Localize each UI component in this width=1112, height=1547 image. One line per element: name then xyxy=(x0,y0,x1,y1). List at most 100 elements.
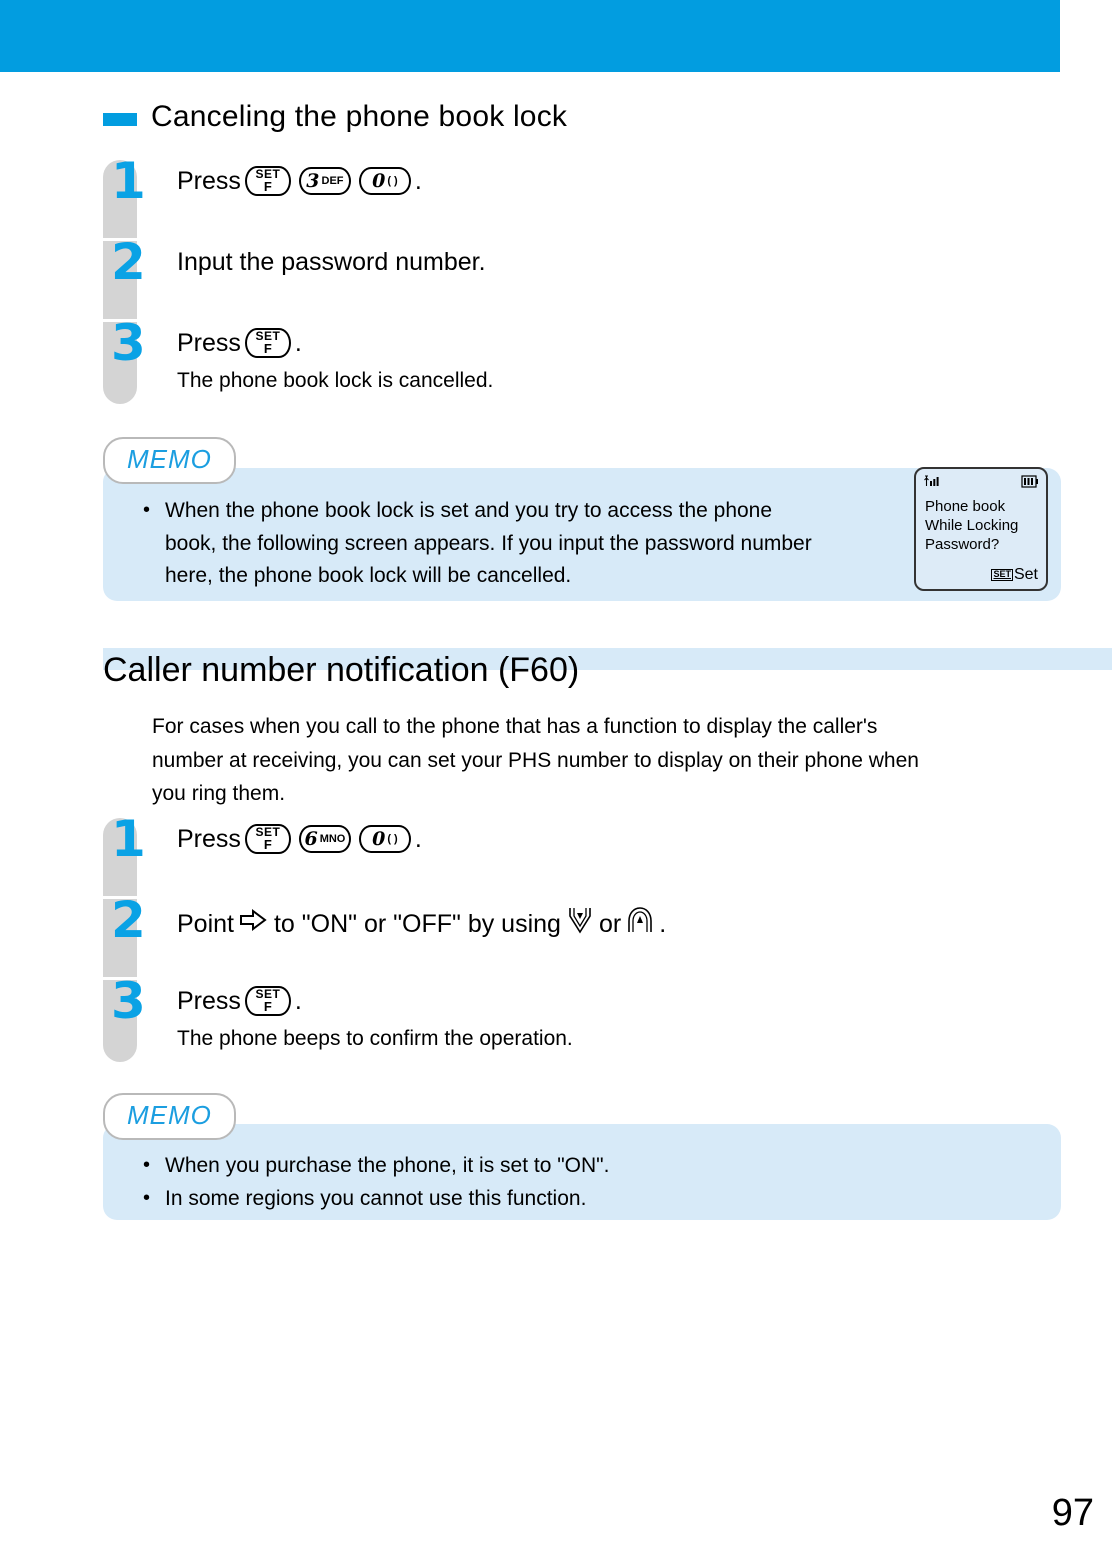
step-content: Press SET F . The phone book lock is can… xyxy=(177,322,493,394)
memo-line: When you purchase the phone, it is set t… xyxy=(165,1154,610,1177)
step-text: Input the password number. xyxy=(177,248,486,276)
phone-screen-line: Password? xyxy=(925,536,1000,554)
memo-item: • In some regions you cannot use this fu… xyxy=(143,1183,963,1216)
step-number: 3 xyxy=(111,314,146,372)
paragraph-line: For cases when you call to the phone tha… xyxy=(152,715,878,738)
step-number: 2 xyxy=(111,891,146,949)
step-marker: 2 xyxy=(103,237,146,319)
blue-square-bullet-icon xyxy=(103,112,137,126)
memo-line: book, the following screen appears. If y… xyxy=(165,531,812,555)
step-number: 3 xyxy=(111,972,146,1030)
key-3-letters: DEF xyxy=(321,174,344,187)
step-item: 2 Point to "ON" or "OFF" by using or . xyxy=(103,895,903,977)
step-marker: 2 xyxy=(103,895,146,977)
section-paragraph: For cases when you call to the phone tha… xyxy=(152,710,1082,811)
step-instruction: Press SET F . xyxy=(177,986,573,1017)
step-content: Press SET F 6 MNO 0 ( ) . xyxy=(177,818,422,855)
step-number: 1 xyxy=(111,152,146,210)
step-text-or: or xyxy=(598,909,622,938)
page-top-banner xyxy=(0,0,1060,72)
set-key-icon: SET xyxy=(991,569,1013,581)
up-arrow-key-icon xyxy=(626,905,654,943)
step-text-tail: . xyxy=(294,329,302,357)
memo-items: • When you purchase the phone, it is set… xyxy=(143,1150,963,1215)
step-note: The phone book lock is cancelled. xyxy=(177,368,494,392)
key-0-icon: 0 ( ) xyxy=(358,825,411,854)
key-6-letters: MNO xyxy=(319,832,346,845)
step-instruction: Input the password number. xyxy=(177,247,486,278)
memo-item-text: When the phone book lock is set and you … xyxy=(165,495,812,593)
paragraph-line: you ring them. xyxy=(152,782,286,806)
page-number: 97 xyxy=(1051,1492,1094,1534)
phone-screen-text: Phone book While Locking Password? xyxy=(925,497,1018,555)
memo-block: MEMO • When you purchase the phone, it i… xyxy=(103,1093,1112,1228)
signal-bars-icon xyxy=(923,474,943,494)
step-instruction: Press SET F . xyxy=(177,328,493,359)
paragraph-line: number at receiving, you can set your PH… xyxy=(152,748,919,772)
memo-line: In some regions you cannot use this func… xyxy=(165,1186,587,1210)
key-3-digit: 3 xyxy=(306,169,320,192)
step-item: 1 Press SET F 3 DEF 0 ( ) . xyxy=(103,156,803,238)
battery-icon xyxy=(1021,474,1039,494)
memo-bullet-icon: • xyxy=(143,1186,151,1209)
phone-screen-line: While Locking xyxy=(925,517,1019,535)
memo-label-tab: MEMO xyxy=(103,1093,236,1140)
step-text: Press xyxy=(177,825,241,853)
phone-softkey: SET Set xyxy=(991,566,1038,584)
set-key-icon: SET F xyxy=(244,986,291,1017)
step-marker: 1 xyxy=(103,814,146,896)
set-key-icon: SET F xyxy=(244,824,291,855)
key-0-icon: 0 ( ) xyxy=(358,167,411,196)
phone-screen-line: Phone book xyxy=(925,498,1006,515)
key-6-digit: 6 xyxy=(304,827,318,850)
step-content: Point to "ON" or "OFF" by using or . xyxy=(177,899,666,943)
step-marker: 3 xyxy=(103,318,146,404)
memo-item-text: In some regions you cannot use this func… xyxy=(165,1183,586,1216)
step-note: The phone beeps to confirm the operation… xyxy=(177,1026,573,1050)
set-key-bottom-label: F xyxy=(263,836,272,852)
set-key-bottom-label: F xyxy=(263,178,272,194)
memo-line: When the phone book lock is set and you … xyxy=(165,499,773,522)
step-text: Press xyxy=(177,987,241,1015)
memo-items: • When the phone book lock is set and yo… xyxy=(143,495,963,593)
step-marker: 1 xyxy=(103,156,146,238)
set-key-icon: SET F xyxy=(244,166,291,197)
memo-bullet-icon: • xyxy=(143,1154,151,1176)
step-content: Press SET F . The phone beeps to confirm… xyxy=(177,980,573,1052)
phone-softkey-label: Set xyxy=(1013,566,1038,583)
step-instruction: Press SET F 3 DEF 0 ( ) . xyxy=(177,166,422,197)
step-content: Input the password number. xyxy=(177,241,486,278)
set-key-bottom-label: F xyxy=(263,340,272,356)
phone-screen-mockup: Phone book While Locking Password? SET S… xyxy=(914,467,1048,591)
memo-bullet-icon: • xyxy=(143,499,151,521)
memo-line: here, the phone book lock will be cancel… xyxy=(165,564,572,588)
key-3-icon: 3 DEF xyxy=(298,167,351,196)
memo-item: • When you purchase the phone, it is set… xyxy=(143,1150,963,1183)
step-number: 1 xyxy=(111,810,146,868)
step-item: 3 Press SET F . The phone book lock is c… xyxy=(103,318,803,404)
step-content: Press SET F 3 DEF 0 ( ) . xyxy=(177,160,422,197)
step-text: Point xyxy=(177,909,234,938)
step-text-tail: . xyxy=(414,825,422,853)
step-text-tail: . xyxy=(294,987,302,1015)
key-0-letters: ( ) xyxy=(387,832,398,845)
step-text-mid: to "ON" or "OFF" by using xyxy=(273,909,561,938)
step-instruction: Point to "ON" or "OFF" by using or . xyxy=(177,905,666,943)
key-0-letters: ( ) xyxy=(387,174,398,187)
step-item: 2 Input the password number. xyxy=(103,237,803,319)
phone-status-bar xyxy=(923,474,1039,490)
manual-page: Canceling the phone book lock 1 Press SE… xyxy=(0,0,1112,1547)
memo-label: MEMO xyxy=(127,444,212,474)
step-instruction: Press SET F 6 MNO 0 ( ) . xyxy=(177,824,422,855)
memo-label-tab: MEMO xyxy=(103,437,236,484)
set-key-bottom-label: F xyxy=(263,998,272,1014)
step-text: Press xyxy=(177,167,241,195)
step-item: 1 Press SET F 6 MNO 0 ( ) . xyxy=(103,814,863,896)
down-arrow-key-icon xyxy=(566,905,594,943)
right-arrow-cursor-icon xyxy=(239,908,269,940)
key-6-icon: 6 MNO xyxy=(298,825,351,854)
subsection-heading-text: Canceling the phone book lock xyxy=(151,100,568,133)
memo-item: • When the phone book lock is set and yo… xyxy=(143,495,963,593)
set-key-icon: SET F xyxy=(244,328,291,359)
key-0-digit: 0 xyxy=(372,827,386,850)
